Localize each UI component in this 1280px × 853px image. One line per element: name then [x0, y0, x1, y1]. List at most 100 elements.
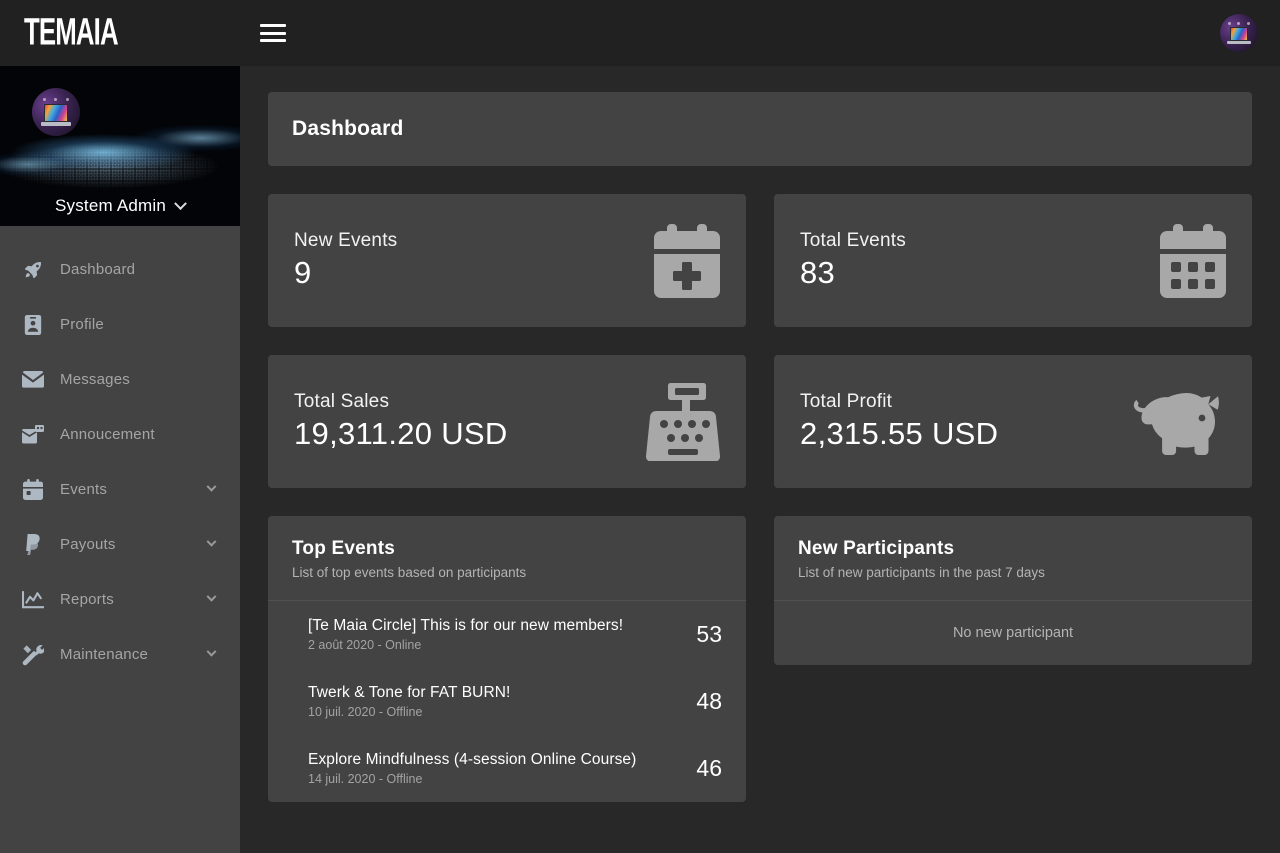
profile-avatar-dots	[42, 98, 70, 102]
stat-text: Total Events 83	[800, 230, 1160, 290]
stat-label: New Events	[294, 230, 398, 252]
stat-label: Total Profit	[800, 391, 893, 413]
stat-text: Total Sales 19,311.20 USD	[294, 391, 642, 451]
event-meta: 2 août 2020 - Online	[308, 638, 422, 652]
page-title: Dashboard	[292, 117, 404, 140]
sidebar-item-label: Payouts	[60, 536, 116, 553]
stats-row-1: New Events 9 Total Events 83	[268, 194, 1252, 327]
profile-name: System Admin	[54, 196, 167, 215]
hamburger-bar	[260, 24, 286, 27]
sidebar-item-messages[interactable]: Messages	[0, 352, 240, 407]
profile-avatar-artwork	[32, 88, 80, 136]
profile-avatar-laptop-base	[40, 121, 72, 126]
top-events-panel: Top Events List of top events based on p…	[268, 516, 746, 802]
avatar-laptop-base	[1226, 40, 1252, 44]
main-content: Dashboard New Events 9 Total Events 83 T…	[240, 66, 1280, 853]
top-events-header: Top Events List of top events based on p…	[268, 516, 746, 601]
event-name: Twerk & Tone for FAT BURN!	[308, 684, 511, 701]
tools-icon	[22, 644, 44, 666]
sidebar-item-dashboard[interactable]: Dashboard	[0, 242, 240, 297]
profile-banner: System Admin	[0, 66, 240, 226]
cash-register-icon	[642, 382, 720, 461]
sidebar-item-events[interactable]: Events	[0, 462, 240, 517]
chart-line-icon	[22, 589, 44, 611]
stat-value: 83	[800, 255, 836, 291]
bottom-panels: Top Events List of top events based on p…	[268, 516, 1252, 802]
calendar-icon	[22, 479, 44, 501]
panel-title: Top Events	[292, 538, 395, 559]
empty-state-message: No new participant	[952, 625, 1074, 641]
avatar-dots	[1228, 21, 1250, 25]
hamburger-bar	[260, 39, 286, 42]
event-meta: 14 juil. 2020 - Offline	[308, 772, 423, 786]
calendar-plus-icon	[654, 223, 720, 298]
stat-card-total-profit[interactable]: Total Profit 2,315.55 USD	[774, 355, 1252, 488]
piggy-bank-icon	[1130, 385, 1226, 459]
stat-card-total-sales[interactable]: Total Sales 19,311.20 USD	[268, 355, 746, 488]
sidebar-nav: Dashboard Profile Messages Annoucement E…	[0, 226, 240, 682]
stats-row-2: Total Sales 19,311.20 USD Total Profit 2…	[268, 355, 1252, 488]
event-info: [Te Maia Circle] This is for our new mem…	[308, 617, 682, 652]
sidebar-item-label: Profile	[60, 316, 104, 333]
announcement-icon	[22, 424, 44, 446]
sidebar-item-label: Events	[60, 481, 108, 498]
panel-title: New Participants	[798, 538, 955, 559]
panel-subtitle: List of new participants in the past 7 d…	[798, 565, 1045, 580]
stat-text: Total Profit 2,315.55 USD	[800, 391, 1130, 451]
sidebar-item-reports[interactable]: Reports	[0, 572, 240, 627]
logo-text: TEMAIA	[24, 11, 119, 54]
profile-menu-toggle[interactable]: System Admin	[0, 186, 240, 226]
stat-text: New Events 9	[294, 230, 654, 290]
sidebar-item-maintenance[interactable]: Maintenance	[0, 627, 240, 682]
avatar-artwork	[1220, 14, 1258, 52]
sidebar-item-label: Maintenance	[60, 646, 149, 663]
sidebar-item-label: Annoucement	[60, 426, 155, 443]
event-name: [Te Maia Circle] This is for our new mem…	[308, 617, 624, 634]
profile-avatar-laptop-screen	[44, 104, 68, 122]
profile-avatar[interactable]	[32, 88, 80, 136]
table-row[interactable]: Twerk & Tone for FAT BURN! 10 juil. 2020…	[268, 668, 746, 735]
event-participant-count: 48	[696, 688, 722, 714]
calendar-days-icon	[1160, 223, 1226, 298]
stat-value: 2,315.55 USD	[800, 416, 999, 452]
event-meta: 10 juil. 2020 - Offline	[308, 705, 423, 719]
stat-card-total-events[interactable]: Total Events 83	[774, 194, 1252, 327]
hamburger-menu-icon[interactable]	[260, 22, 286, 44]
top-bar: TEMAIA	[0, 0, 1280, 66]
envelope-icon	[22, 369, 44, 391]
avatar[interactable]	[1220, 14, 1258, 52]
new-participants-header: New Participants List of new participant…	[774, 516, 1252, 601]
stat-value: 19,311.20 USD	[294, 416, 508, 452]
new-participants-panel: New Participants List of new participant…	[774, 516, 1252, 665]
chevron-down-icon[interactable]	[206, 536, 218, 548]
table-row[interactable]: [Te Maia Circle] This is for our new mem…	[268, 601, 746, 668]
table-row[interactable]: Explore Mindfulness (4-session Online Co…	[268, 735, 746, 802]
page-header-card: Dashboard	[268, 92, 1252, 166]
chevron-down-icon	[174, 196, 187, 210]
event-name: Explore Mindfulness (4-session Online Co…	[308, 751, 637, 768]
chevron-down-icon[interactable]	[206, 591, 218, 603]
sidebar: System Admin Dashboard Profile Messages …	[0, 66, 240, 853]
event-info: Twerk & Tone for FAT BURN! 10 juil. 2020…	[308, 684, 682, 719]
panel-subtitle: List of top events based on participants	[292, 565, 527, 580]
sidebar-item-annoucement[interactable]: Annoucement	[0, 407, 240, 462]
chevron-down-icon[interactable]	[206, 481, 218, 493]
stat-card-new-events[interactable]: New Events 9	[268, 194, 746, 327]
rocket-icon	[22, 259, 44, 281]
app-logo[interactable]: TEMAIA	[0, 0, 240, 66]
hamburger-bar	[260, 31, 286, 35]
stat-label: Total Sales	[294, 391, 390, 413]
sidebar-item-profile[interactable]: Profile	[0, 297, 240, 352]
avatar-laptop-screen	[1229, 26, 1249, 41]
chevron-down-icon[interactable]	[206, 646, 218, 658]
sidebar-item-label: Reports	[60, 591, 114, 608]
event-info: Explore Mindfulness (4-session Online Co…	[308, 751, 682, 786]
sidebar-item-payouts[interactable]: Payouts	[0, 517, 240, 572]
sidebar-item-label: Messages	[60, 371, 130, 388]
stat-label: Total Events	[800, 230, 906, 252]
id-card-icon	[22, 314, 44, 336]
paypal-icon	[22, 534, 44, 556]
sidebar-item-label: Dashboard	[60, 261, 136, 278]
event-participant-count: 53	[696, 621, 722, 647]
stat-value: 9	[294, 255, 312, 291]
